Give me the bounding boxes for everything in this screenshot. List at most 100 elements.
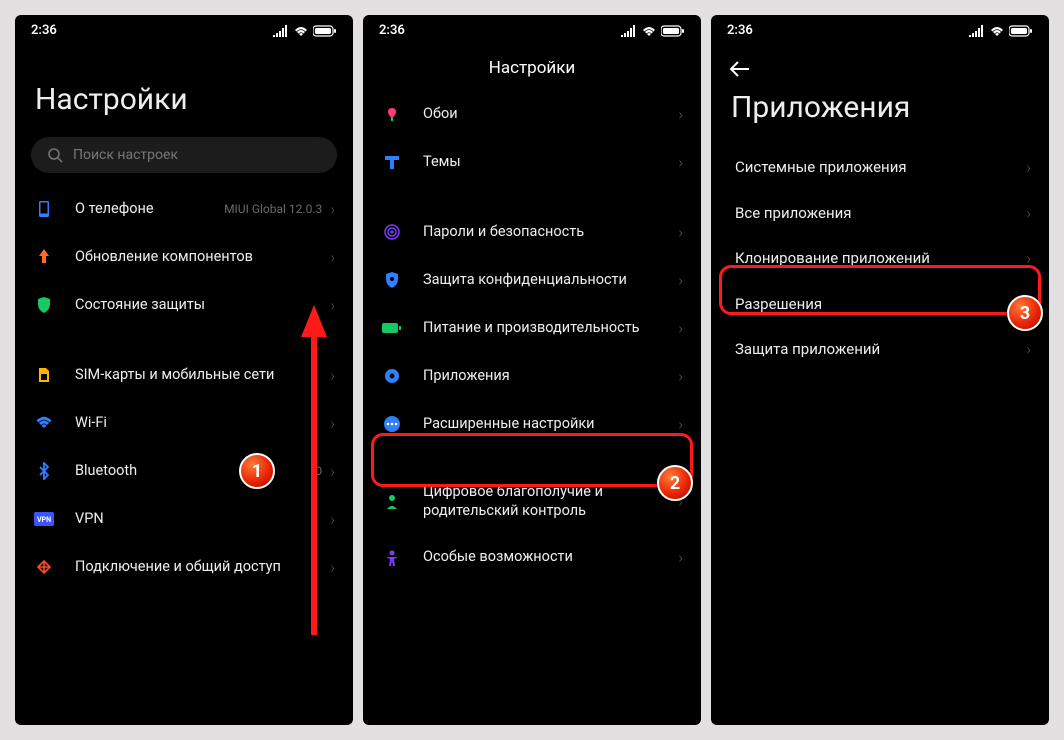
wellbeing-icon (381, 491, 403, 513)
row-label: Bluetooth (75, 462, 314, 481)
chevron-right-icon: › (330, 510, 335, 529)
row-updates[interactable]: Обновление компонентов › (15, 233, 353, 281)
wifi-icon (989, 25, 1005, 37)
row-advanced[interactable]: Расширенные настройки › (363, 400, 701, 448)
privacy-shield-icon (381, 269, 403, 291)
step-badge-2: 2 (657, 465, 693, 501)
chevron-right-icon: › (678, 319, 683, 338)
settings-list: Обои › Темы › Пароли и безопасность › За… (363, 90, 701, 725)
row-bluetooth[interactable]: Bluetooth O › (15, 447, 353, 495)
row-label: Разрешения (735, 295, 1026, 315)
signal-icon (273, 25, 289, 37)
section-gap (15, 329, 353, 351)
chevron-right-icon: › (330, 414, 335, 433)
signal-icon (621, 25, 637, 37)
row-label: Темы (423, 153, 678, 172)
row-about-phone[interactable]: О телефоне MIUI Global 12.0.3 › (15, 185, 353, 233)
status-time: 2:36 (727, 23, 753, 38)
row-apps[interactable]: Приложения › (363, 352, 701, 400)
step-badge-1: 1 (239, 453, 275, 489)
row-app-lock[interactable]: Защита приложений › (711, 327, 1049, 373)
chevron-right-icon: › (678, 415, 683, 434)
row-label: VPN (75, 510, 330, 529)
phone-icon (33, 198, 55, 220)
bluetooth-icon (33, 460, 55, 482)
row-label: Клонирование приложений (735, 249, 1026, 269)
row-label: Состояние защиты (75, 296, 330, 315)
wallpaper-icon (381, 103, 403, 125)
apps-list: Системные приложения › Все приложения › … (711, 145, 1049, 725)
chevron-right-icon: › (678, 271, 683, 290)
battery-icon (661, 25, 685, 37)
chevron-right-icon: › (330, 366, 335, 385)
section-gap (363, 448, 701, 470)
chevron-right-icon: › (1026, 204, 1031, 223)
fingerprint-icon (381, 221, 403, 243)
row-label: Питание и производительность (423, 319, 678, 338)
row-label: Защита конфиденциальности (423, 271, 678, 290)
row-wellbeing[interactable]: Цифровое благополучие и родительский кон… (363, 470, 701, 534)
row-label: Системные приложения (735, 158, 1026, 178)
row-subtext: O (314, 464, 322, 478)
chevron-right-icon: › (678, 105, 683, 124)
page-title: Настройки (15, 42, 353, 129)
chevron-right-icon: › (678, 367, 683, 386)
row-label: SIM-карты и мобильные сети (75, 366, 330, 385)
battery-icon (1009, 25, 1033, 37)
chevron-right-icon: › (678, 153, 683, 172)
row-accessibility[interactable]: Особые возможности › (363, 534, 701, 582)
battery-perf-icon (381, 317, 403, 339)
row-label: О телефоне (75, 200, 224, 219)
status-bar: 2:36 (15, 15, 353, 42)
chevron-right-icon: › (330, 296, 335, 315)
gear-icon (381, 365, 403, 387)
search-input[interactable]: Поиск настроек (31, 137, 337, 173)
row-battery[interactable]: Питание и производительность › (363, 304, 701, 352)
row-vpn[interactable]: VPN VPN › (15, 495, 353, 543)
row-privacy[interactable]: Защита конфиденциальности › (363, 256, 701, 304)
row-wifi[interactable]: Wi-Fi › (15, 399, 353, 447)
accessibility-icon (381, 547, 403, 569)
status-icons (273, 25, 337, 37)
row-themes[interactable]: Темы › (363, 138, 701, 186)
status-time: 2:36 (379, 23, 405, 38)
row-label: Цифровое благополучие и родительский кон… (423, 483, 678, 521)
sim-icon (33, 364, 55, 386)
row-label: Подключение и общий доступ (75, 558, 330, 577)
more-icon (381, 413, 403, 435)
row-security-state[interactable]: Состояние защиты › (15, 281, 353, 329)
status-icons (621, 25, 685, 37)
row-sim[interactable]: SIM-карты и мобильные сети › (15, 351, 353, 399)
vpn-icon: VPN (33, 508, 55, 530)
phone-screen-3: 2:36 Приложения Системные приложения › В… (711, 15, 1049, 725)
themes-icon (381, 151, 403, 173)
svg-text:VPN: VPN (37, 516, 51, 524)
row-wallpaper[interactable]: Обои › (363, 90, 701, 138)
phone-screen-2: 2:36 Настройки Обои › Темы › Пароли и бе… (363, 15, 701, 725)
back-button[interactable] (711, 42, 1049, 82)
row-system-apps[interactable]: Системные приложения › (711, 145, 1049, 191)
row-clone-apps[interactable]: Клонирование приложений › (711, 236, 1049, 282)
status-icons (969, 25, 1033, 37)
chevron-right-icon: › (1026, 249, 1031, 268)
status-bar: 2:36 (363, 15, 701, 42)
row-label: Особые возможности (423, 548, 678, 567)
row-permissions[interactable]: Разрешения › (711, 282, 1049, 328)
status-bar: 2:36 (711, 15, 1049, 42)
chevron-right-icon: › (1026, 158, 1031, 177)
row-passwords[interactable]: Пароли и безопасность › (363, 208, 701, 256)
row-label: Обновление компонентов (75, 248, 330, 267)
row-subtext: MIUI Global 12.0.3 (224, 202, 322, 216)
section-gap (363, 186, 701, 208)
row-label: Пароли и безопасность (423, 223, 678, 242)
row-label: Расширенные настройки (423, 415, 678, 434)
row-sharing[interactable]: Подключение и общий доступ › (15, 543, 353, 591)
wifi-icon (641, 25, 657, 37)
settings-list: О телефоне MIUI Global 12.0.3 › Обновлен… (15, 185, 353, 725)
row-all-apps[interactable]: Все приложения › (711, 191, 1049, 237)
page-title: Приложения (711, 82, 1049, 145)
search-icon (47, 147, 63, 163)
phone-screen-1: 2:36 Настройки Поиск настроек О телефоне… (15, 15, 353, 725)
chevron-right-icon: › (678, 223, 683, 242)
share-icon (33, 556, 55, 578)
